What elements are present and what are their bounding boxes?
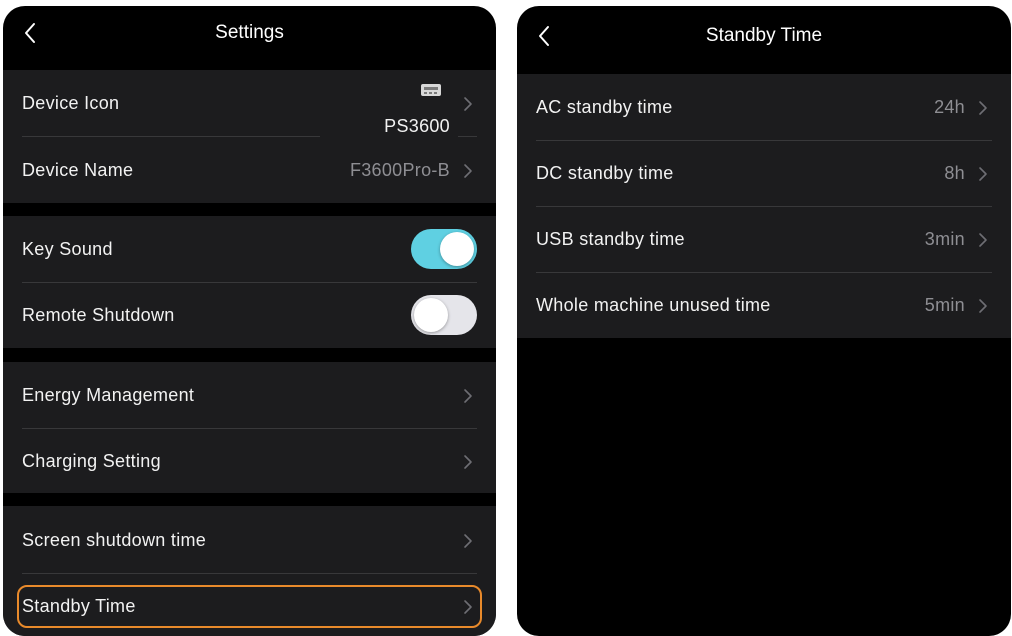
device-name-label: Device Name (22, 160, 134, 180)
device-model-label: PS3600 (384, 116, 450, 136)
charging-setting-label: Charging Setting (22, 451, 161, 471)
standby-time-screen: Standby Time AC standby time 24h DC stan… (517, 6, 1011, 636)
divider (22, 573, 477, 574)
chevron-right-icon (979, 233, 987, 247)
chevron-right-icon (464, 97, 472, 111)
list-item[interactable]: DC standby time 8h (517, 141, 1011, 206)
chevron-right-icon (979, 167, 987, 181)
settings-nav-bar: Settings (3, 6, 496, 70)
standby-item-value: 3min (924, 229, 965, 249)
standby-nav-bar: Standby Time (517, 6, 1011, 74)
chevron-right-icon (979, 299, 987, 313)
list-item[interactable]: USB standby time 3min (517, 207, 1011, 272)
toggle-knob (440, 232, 474, 266)
device-icon-row[interactable]: Device Icon PS3600 (3, 70, 496, 136)
chevron-right-icon (464, 164, 472, 178)
screen-shutdown-label: Screen shutdown time (22, 530, 207, 550)
chevron-right-icon (464, 600, 472, 614)
toggle-knob (414, 298, 448, 332)
time-group: Screen shutdown time Standby Time (3, 506, 496, 636)
key-sound-row: Key Sound (3, 216, 496, 282)
device-group: Device Icon PS3600 Device Name F3600Pro-… (3, 70, 496, 203)
standby-item-value: 8h (944, 163, 965, 183)
energy-group: Energy Management Charging Setting (3, 362, 496, 493)
screen-shutdown-row[interactable]: Screen shutdown time (3, 506, 496, 573)
standby-time-row[interactable]: Standby Time (3, 583, 496, 630)
power-station-icon (421, 84, 441, 96)
remote-shutdown-label: Remote Shutdown (22, 305, 175, 325)
energy-management-row[interactable]: Energy Management (3, 362, 496, 428)
standby-time-label: Standby Time (22, 596, 136, 616)
device-icon-label: Device Icon (22, 93, 120, 113)
settings-title: Settings (215, 22, 284, 43)
standby-item-label: Whole machine unused time (536, 295, 771, 315)
chevron-right-icon (979, 101, 987, 115)
chevron-right-icon (464, 455, 472, 469)
chevron-right-icon (464, 534, 472, 548)
standby-item-label: AC standby time (536, 97, 673, 117)
energy-management-label: Energy Management (22, 385, 195, 405)
list-item[interactable]: Whole machine unused time 5min (517, 273, 1011, 338)
standby-item-label: DC standby time (536, 163, 674, 183)
chevron-right-icon (464, 389, 472, 403)
device-name-row[interactable]: Device Name F3600Pro-B (3, 137, 496, 203)
standby-item-value: 24h (934, 97, 965, 117)
remote-shutdown-row: Remote Shutdown (3, 283, 496, 348)
toggle-group: Key Sound Remote Shutdown (3, 216, 496, 348)
list-item[interactable]: AC standby time 24h (517, 74, 1011, 140)
remote-shutdown-toggle[interactable] (411, 295, 477, 335)
device-name-value: F3600Pro-B (349, 160, 450, 180)
standby-item-value: 5min (924, 295, 965, 315)
charging-setting-row[interactable]: Charging Setting (3, 429, 496, 493)
key-sound-label: Key Sound (22, 239, 113, 259)
settings-screen: Settings Device Icon PS3600 Device Name … (3, 6, 496, 636)
standby-item-label: USB standby time (536, 229, 685, 249)
key-sound-toggle[interactable] (411, 229, 477, 269)
standby-list: AC standby time 24h DC standby time 8h U… (517, 74, 1011, 338)
standby-title: Standby Time (705, 25, 823, 46)
